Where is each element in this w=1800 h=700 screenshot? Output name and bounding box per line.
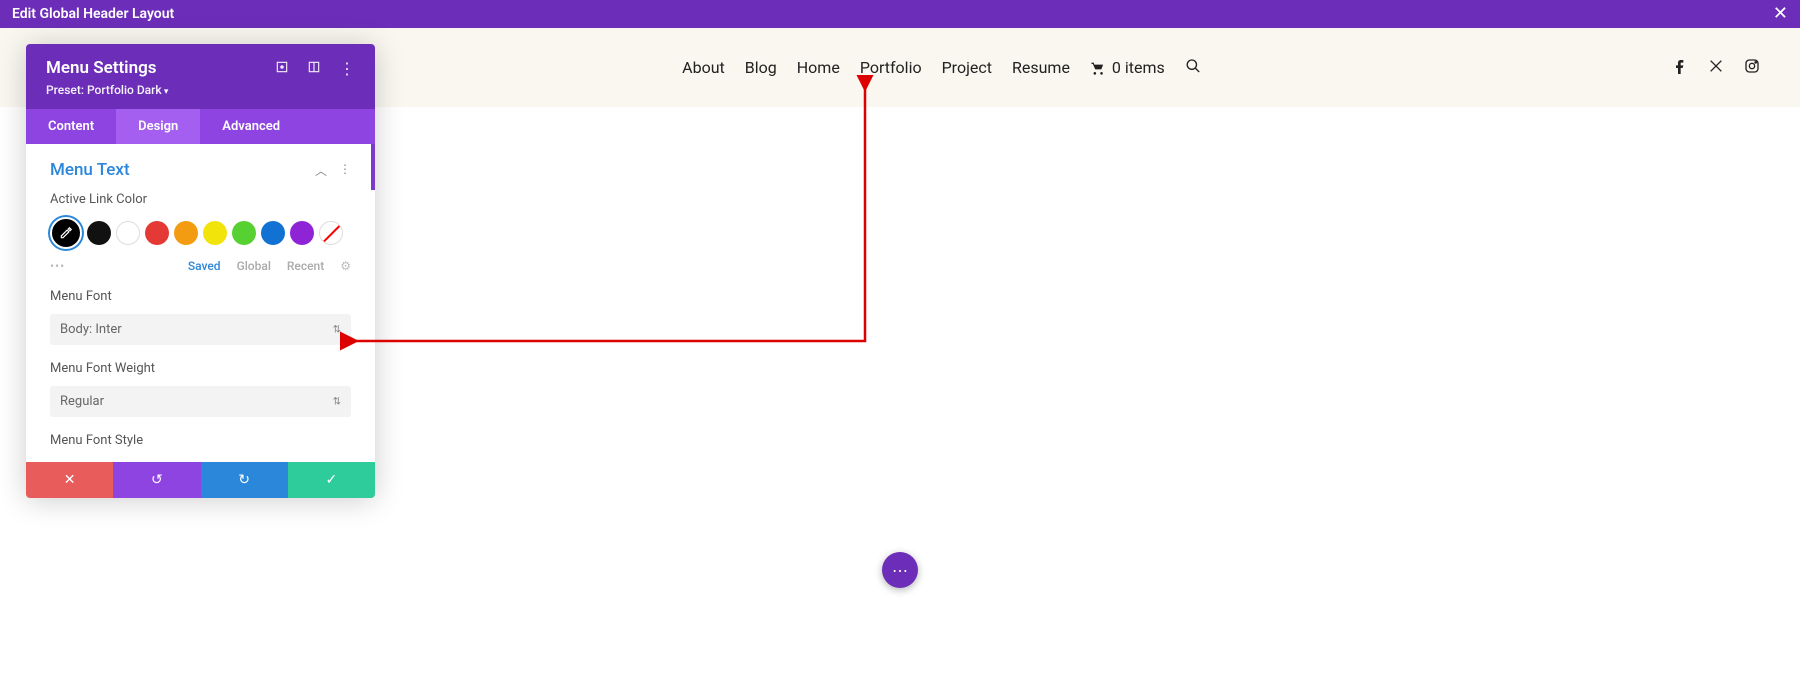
- panel-title: Menu Settings: [46, 58, 157, 78]
- tab-content[interactable]: Content: [26, 109, 116, 144]
- nav-portfolio[interactable]: Portfolio: [860, 58, 922, 77]
- swatch-purple[interactable]: [290, 221, 314, 245]
- cancel-button[interactable]: ✕: [26, 462, 113, 498]
- social-icons: [1672, 58, 1760, 78]
- swatch-black[interactable]: [87, 221, 111, 245]
- facebook-icon[interactable]: [1672, 58, 1688, 78]
- section-title[interactable]: Menu Text: [50, 160, 130, 180]
- swatch-orange[interactable]: [174, 221, 198, 245]
- tab-design[interactable]: Design: [116, 109, 200, 144]
- instagram-icon[interactable]: [1744, 58, 1760, 78]
- panel-tabs: Content Design Advanced: [26, 109, 375, 144]
- save-button[interactable]: ✓: [288, 462, 375, 498]
- color-tab-global[interactable]: Global: [237, 259, 271, 273]
- label-menu-font-style: Menu Font Style: [50, 433, 351, 448]
- nav-home[interactable]: Home: [797, 58, 840, 77]
- dots-horizontal-icon: ⋯: [892, 561, 908, 580]
- color-tab-recent[interactable]: Recent: [287, 259, 324, 273]
- undo-button[interactable]: ↺: [113, 462, 200, 498]
- tab-advanced[interactable]: Advanced: [200, 109, 302, 144]
- nav-menu: About Blog Home Portfolio Project Resume…: [682, 58, 1201, 78]
- menu-font-select[interactable]: Body: Inter: [50, 314, 351, 345]
- swatch-none[interactable]: [319, 221, 343, 245]
- label-menu-font: Menu Font: [50, 289, 351, 304]
- label-active-link-color: Active Link Color: [50, 192, 351, 207]
- panel-body: Menu Text ︿ ⋮ Active Link Color ••• Save…: [26, 144, 375, 462]
- preset-dropdown[interactable]: Preset: Portfolio Dark: [46, 83, 355, 97]
- close-icon[interactable]: ✕: [1773, 5, 1788, 23]
- cart-label: 0 items: [1112, 58, 1165, 77]
- top-bar: Edit Global Header Layout ✕: [0, 0, 1800, 28]
- color-tab-row: ••• Saved Global Recent ⚙: [50, 259, 351, 273]
- eyedropper-icon: [59, 226, 73, 240]
- grid-icon[interactable]: [307, 59, 321, 78]
- section-kebab-icon[interactable]: ⋮: [339, 162, 351, 179]
- label-menu-font-weight: Menu Font Weight: [50, 361, 351, 376]
- color-picker-swatch[interactable]: [50, 217, 82, 249]
- panel-footer: ✕ ↺ ↻ ✓: [26, 462, 375, 498]
- panel-header: Menu Settings ⋮ Preset: Portfolio Dark: [26, 44, 375, 109]
- menu-font-weight-select[interactable]: Regular: [50, 386, 351, 417]
- scrollbar[interactable]: [371, 144, 375, 190]
- nav-blog[interactable]: Blog: [745, 58, 777, 77]
- nav-project[interactable]: Project: [942, 58, 992, 77]
- fab-more-button[interactable]: ⋯: [882, 552, 918, 588]
- expand-icon[interactable]: [275, 59, 289, 78]
- swatch-green[interactable]: [232, 221, 256, 245]
- settings-panel: Menu Settings ⋮ Preset: Portfolio Dark C…: [26, 44, 375, 498]
- color-swatches: [50, 217, 351, 249]
- chevron-up-icon[interactable]: ︿: [315, 162, 327, 179]
- more-dots-icon[interactable]: •••: [50, 259, 65, 273]
- redo-button[interactable]: ↻: [201, 462, 288, 498]
- swatch-yellow[interactable]: [203, 221, 227, 245]
- nav-about[interactable]: About: [682, 58, 725, 77]
- nav-resume[interactable]: Resume: [1012, 58, 1070, 77]
- annotation-arrow: [340, 75, 900, 365]
- swatch-blue[interactable]: [261, 221, 285, 245]
- top-bar-title: Edit Global Header Layout: [12, 6, 174, 22]
- search-icon[interactable]: [1185, 58, 1201, 78]
- cart-link[interactable]: 0 items: [1090, 58, 1165, 77]
- swatch-red[interactable]: [145, 221, 169, 245]
- x-twitter-icon[interactable]: [1708, 58, 1724, 78]
- color-tab-saved[interactable]: Saved: [188, 259, 221, 273]
- cart-icon: [1090, 60, 1106, 76]
- gear-icon[interactable]: ⚙: [340, 259, 351, 273]
- kebab-icon[interactable]: ⋮: [339, 59, 355, 78]
- swatch-white[interactable]: [116, 221, 140, 245]
